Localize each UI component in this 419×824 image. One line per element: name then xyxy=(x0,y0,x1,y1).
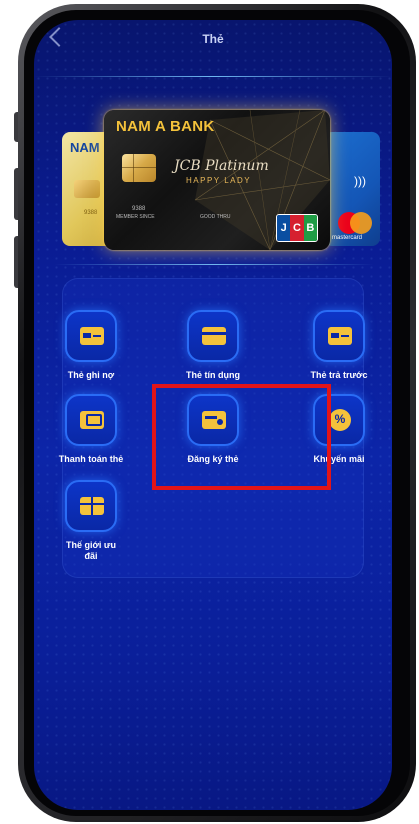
card-payment-button[interactable] xyxy=(65,394,117,446)
menu-item-card-payment[interactable]: Thanh toán thẻ xyxy=(46,394,136,465)
contactless-icon: ))) xyxy=(354,174,366,188)
prepaid-card-button[interactable] xyxy=(313,310,365,362)
menu-item-label: Thanh toán thẻ xyxy=(58,454,124,464)
card-right[interactable]: ))) mastercard xyxy=(324,132,380,246)
promotion-icon xyxy=(329,409,351,431)
card-left-number: 9388 xyxy=(84,210,98,216)
highlight-box xyxy=(152,384,331,490)
menu-item-debit-card[interactable]: Thẻ ghi nợ xyxy=(46,310,136,381)
prepaid-card-icon xyxy=(328,327,352,345)
good-thru-label: GOOD THRU xyxy=(200,214,231,220)
card-main-number: 9388 xyxy=(132,206,146,212)
menu-item-label: Thẻ ghi nợ xyxy=(67,370,115,380)
member-since-label: MEMBER SINCE xyxy=(116,214,155,220)
menu-item-credit-card[interactable]: Thẻ tín dụng xyxy=(168,310,258,381)
gift-icon xyxy=(80,497,104,515)
card-right-network: mastercard xyxy=(332,235,363,241)
jcb-logo-icon: JCB xyxy=(276,214,318,242)
mastercard-logo-icon xyxy=(338,212,372,234)
menu-item-label: Thẻ trả trước xyxy=(310,370,368,380)
page-title: Thẻ xyxy=(202,32,224,46)
credit-card-icon xyxy=(202,327,226,345)
decor-line xyxy=(34,76,392,77)
menu-item-label: Thẻ tín dụng xyxy=(186,370,240,380)
debit-card-button[interactable] xyxy=(65,310,117,362)
rewards-world-button[interactable] xyxy=(65,480,117,532)
card-main[interactable]: NAM A BANK JCB Platinum HAPPY LADY 9388 … xyxy=(104,110,330,250)
card-main-product: JCB Platinum xyxy=(174,158,269,174)
credit-card-button[interactable] xyxy=(187,310,239,362)
debit-card-icon xyxy=(80,327,104,345)
card-main-tagline: HAPPY LADY xyxy=(186,176,252,185)
menu-item-rewards-world[interactable]: Thế giới ưu đãi xyxy=(46,480,136,562)
card-left-brand: NAM xyxy=(70,140,100,155)
card-main-brand: NAM A BANK xyxy=(116,118,215,135)
chip-icon xyxy=(122,154,156,182)
menu-item-label: Thế giới ưu đãi xyxy=(66,540,116,561)
chip-icon xyxy=(74,180,100,198)
card-payment-icon xyxy=(80,411,104,429)
stage: Thẻ NAM 9388 ))) mastercard NAM A BANK J… xyxy=(0,0,419,824)
menu-item-prepaid-card[interactable]: Thẻ trả trước xyxy=(294,310,384,381)
decor-line xyxy=(54,264,374,265)
